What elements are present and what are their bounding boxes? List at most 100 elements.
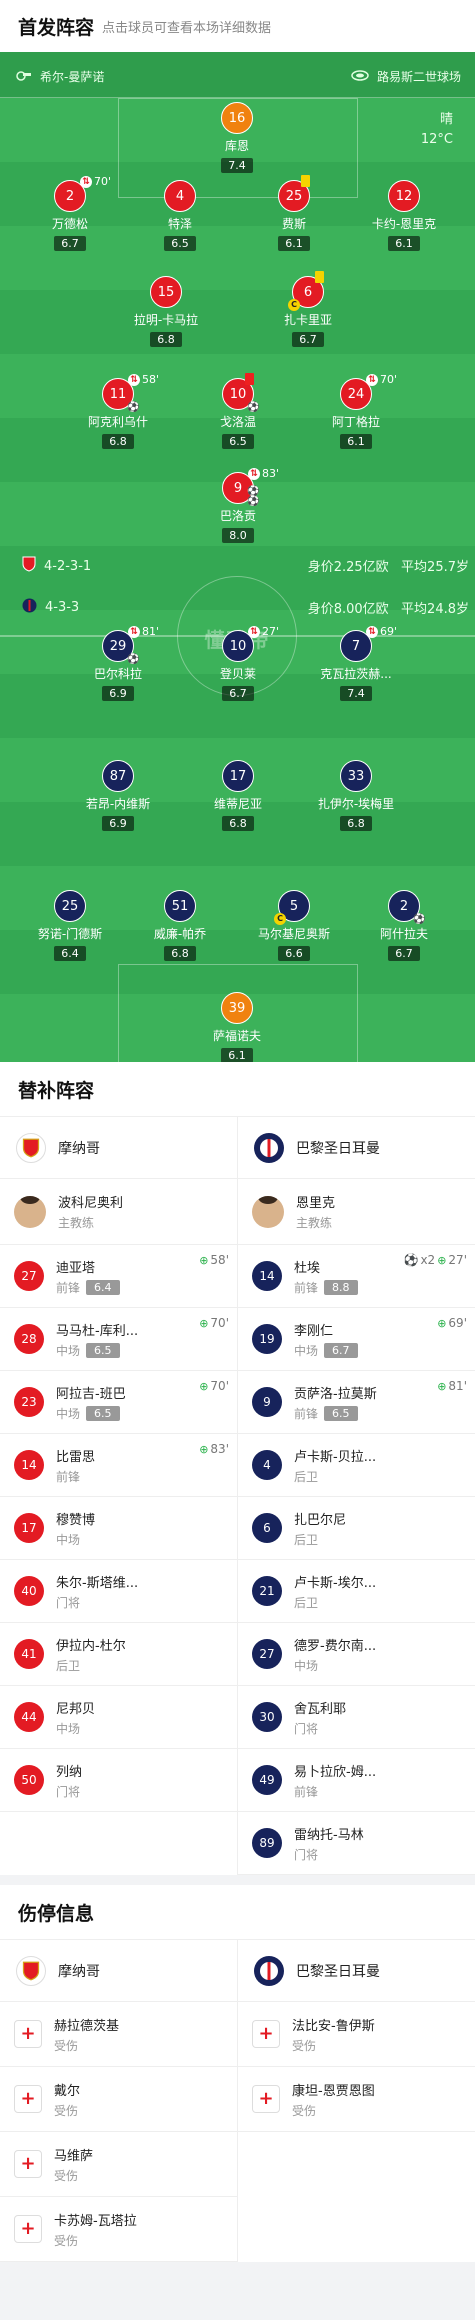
sub-on-event: ⊕ 83' [199, 1442, 229, 1456]
sub-player-row[interactable]: 30 舍瓦利耶 门将 [238, 1686, 475, 1749]
sub-player-row[interactable]: 44 尼邦贝 中场 [0, 1686, 237, 1749]
player-away-87[interactable]: 87 若昂-内维斯 6.9 [58, 760, 178, 831]
player-home-12[interactable]: 12 卡约-恩里克 6.1 [344, 180, 464, 251]
player-home-2[interactable]: 2 ⇅ 70' 万德松 6.7 [10, 175, 130, 251]
player-home-10[interactable]: 10 ⚽ 戈洛温 6.5 [178, 373, 298, 449]
player-away-5[interactable]: 5C 马尔基尼奥斯 6.6 [234, 890, 354, 961]
sub-player-row[interactable]: 49 易卜拉欣-姆... 前锋 [238, 1749, 475, 1812]
goal-icon: ⚽⚽ [247, 486, 260, 507]
injury-row[interactable]: + 马维萨 受伤 [0, 2132, 237, 2197]
sub-minute: 58' [142, 373, 160, 386]
player-rating: 6.1 [340, 434, 372, 449]
sub-player-row[interactable]: 89 雷纳托-马林 门将 [238, 1812, 475, 1875]
injury-row[interactable]: + 法比安-鲁伊斯 受伤 [238, 2002, 475, 2067]
sub-event: ⇅ 27' [248, 625, 279, 638]
player-home-25[interactable]: 25 费斯 6.1 [234, 175, 354, 251]
player-away-29[interactable]: 29 ⇅ 81' ⚽ 巴尔科拉 6.9 [58, 625, 178, 701]
sub-player-row[interactable]: 28 马马杜-库利... 中场 6.5 ⊕ 70' [0, 1308, 237, 1371]
sub-on-event: ⊕ 69' [437, 1316, 467, 1330]
injury-row[interactable]: + 戴尔 受伤 [0, 2067, 237, 2132]
player-name: 登贝莱 [219, 667, 256, 681]
player-position: 门将 [294, 1721, 319, 1736]
sub-player-info: 列纳 门将 [56, 1761, 82, 1800]
player-position: 中场 [294, 1658, 319, 1673]
home-coach[interactable]: 波科尼奥利 主教练 [0, 1179, 237, 1245]
sub-player-info: 杜埃 前锋 8.8 [294, 1257, 358, 1296]
yellow-card-icon [301, 175, 310, 187]
player-position: 前锋 [56, 1280, 81, 1295]
away-coach[interactable]: 恩里克 主教练 [238, 1179, 475, 1245]
sub-minute: 81' [142, 625, 160, 638]
pitch: 希尔-曼萨诺 路易斯二世球场 晴 12°C 懂球帝 4-2-3-1 身价2.25… [0, 52, 475, 1062]
sub-player-row[interactable]: 6 扎巴尔尼 后卫 [238, 1497, 475, 1560]
player-away-25[interactable]: 25 努诺-门德斯 6.4 [10, 890, 130, 961]
player-away-2[interactable]: 2 ⚽ 阿什拉夫 6.7 [344, 890, 464, 961]
first-aid-icon: + [14, 2020, 42, 2048]
sub-player-row[interactable]: 4 卢卡斯-贝拉... 后卫 [238, 1434, 475, 1497]
player-home-24[interactable]: 24 ⇅ 70' 阿丁格拉 6.1 [296, 373, 416, 449]
coach-name: 恩里克 [296, 1196, 336, 1211]
sub-off-icon: ⇅ [366, 373, 378, 386]
player-position-line: 中场 [294, 1657, 376, 1674]
player-position: 前锋 [294, 1280, 319, 1295]
player-away-39[interactable]: 39 萨福诺夫 6.1 [177, 992, 297, 1062]
player-name: 赫拉德茨基 [54, 2018, 120, 2034]
player-home-11[interactable]: 11 ⇅ 58' ⚽ 阿克利乌什 6.8 [58, 373, 178, 449]
player-away-7[interactable]: 7 ⇅ 69' 克瓦拉茨赫... 7.4 [296, 625, 416, 701]
away-team-name: 巴黎圣日耳曼 [296, 1963, 380, 1980]
sub-player-info: 卢卡斯-埃尔... 后卫 [294, 1572, 376, 1611]
away-team-row: 巴黎圣日耳曼 [238, 1940, 475, 2002]
injuries-section: 伤停信息 摩纳哥 + 赫拉德茨基 受伤 + 戴尔 受伤 + 马维萨 受伤 + 卡苏姆-瓦塔拉 受伤 巴… [0, 1885, 475, 2262]
player-rating: 6.5 [86, 1405, 120, 1421]
sub-player-row[interactable]: 9 贡萨洛-拉莫斯 前锋 6.5 ⊕ 81' [238, 1371, 475, 1434]
sub-player-row[interactable]: 23 阿拉吉-班巴 中场 6.5 ⊕ 70' [0, 1371, 237, 1434]
first-aid-icon: + [14, 2085, 42, 2113]
sub-on-icon: ⊕ [437, 1316, 447, 1330]
player-rating: 6.5 [86, 1342, 120, 1358]
player-name: 努诺-门德斯 [37, 927, 103, 941]
sub-player-row[interactable]: 40 朱尔-斯塔维... 门将 [0, 1560, 237, 1623]
player-number: 17 [222, 760, 254, 792]
sub-player-row[interactable]: 14 比雷思 前锋 ⊕ 83' [0, 1434, 237, 1497]
player-position-line: 门将 [56, 1594, 138, 1611]
player-rating: 6.7 [54, 236, 86, 251]
player-position-line: 门将 [294, 1846, 364, 1863]
home-formation-label: 4-2-3-1 [44, 558, 92, 574]
player-home-9[interactable]: 9 ⇅ 83' ⚽⚽ 巴洛贡 8.0 [178, 467, 298, 543]
sub-player-row[interactable]: 19 李刚仁 中场 6.7 ⊕ 69' [238, 1308, 475, 1371]
sub-player-row[interactable]: 27 德罗-费尔南... 中场 [238, 1623, 475, 1686]
player-home-16[interactable]: 16 库恩 7.4 [177, 102, 297, 173]
player-rating: 6.1 [388, 236, 420, 251]
sub-player-row[interactable]: 14 杜埃 前锋 8.8 ⚽ x2 ⊕ 27' [238, 1245, 475, 1308]
goal-icon: ⚽ [403, 1253, 419, 1267]
injury-row[interactable]: + 赫拉德茨基 受伤 [0, 2002, 237, 2067]
player-away-17[interactable]: 17 维蒂尼亚 6.8 [178, 760, 298, 831]
sub-player-row[interactable]: 27 迪亚塔 前锋 6.4 ⊕ 58' [0, 1245, 237, 1308]
player-number: 10 [229, 638, 247, 654]
sub-player-row[interactable]: 21 卢卡斯-埃尔... 后卫 [238, 1560, 475, 1623]
away-team-name: 巴黎圣日耳曼 [296, 1140, 380, 1157]
assist-icon: ⚽ [413, 914, 426, 925]
home-age: 平均25.7岁 [401, 560, 469, 575]
sub-player-info: 朱尔-斯塔维... 门将 [56, 1572, 138, 1611]
player-position-line: 中场 6.5 [56, 1405, 126, 1422]
sub-player-row[interactable]: 50 列纳 门将 [0, 1749, 237, 1812]
sub-player-row[interactable]: 41 伊拉内-杜尔 后卫 [0, 1623, 237, 1686]
player-away-33[interactable]: 33 扎伊尔-埃梅里 6.8 [296, 760, 416, 831]
player-position-line: 中场 [56, 1720, 95, 1737]
injury-row[interactable]: + 卡苏姆-瓦塔拉 受伤 [0, 2197, 237, 2262]
sub-player-row[interactable]: 17 穆赞博 中场 [0, 1497, 237, 1560]
sub-off-icon: ⇅ [80, 175, 92, 188]
player-home-4[interactable]: 4 特泽 6.5 [120, 180, 240, 251]
injury-row[interactable]: + 康坦-恩贾恩图 受伤 [238, 2067, 475, 2132]
player-away-10[interactable]: 10 ⇅ 27' 登贝莱 6.7 [178, 625, 298, 701]
sub-minute: 70' [210, 1316, 229, 1330]
player-number: 49 [252, 1765, 282, 1795]
player-away-51[interactable]: 51 威廉-帕乔 6.8 [120, 890, 240, 961]
player-name: 列纳 [56, 1764, 83, 1780]
first-aid-icon: + [252, 2020, 280, 2048]
player-home-15[interactable]: 15 拉明-卡马拉 6.8 [106, 276, 226, 347]
player-home-6[interactable]: 6C 扎卡里亚 6.7 [248, 271, 368, 347]
player-name: 戈洛温 [219, 415, 256, 429]
player-position-line: 后卫 [294, 1594, 376, 1611]
